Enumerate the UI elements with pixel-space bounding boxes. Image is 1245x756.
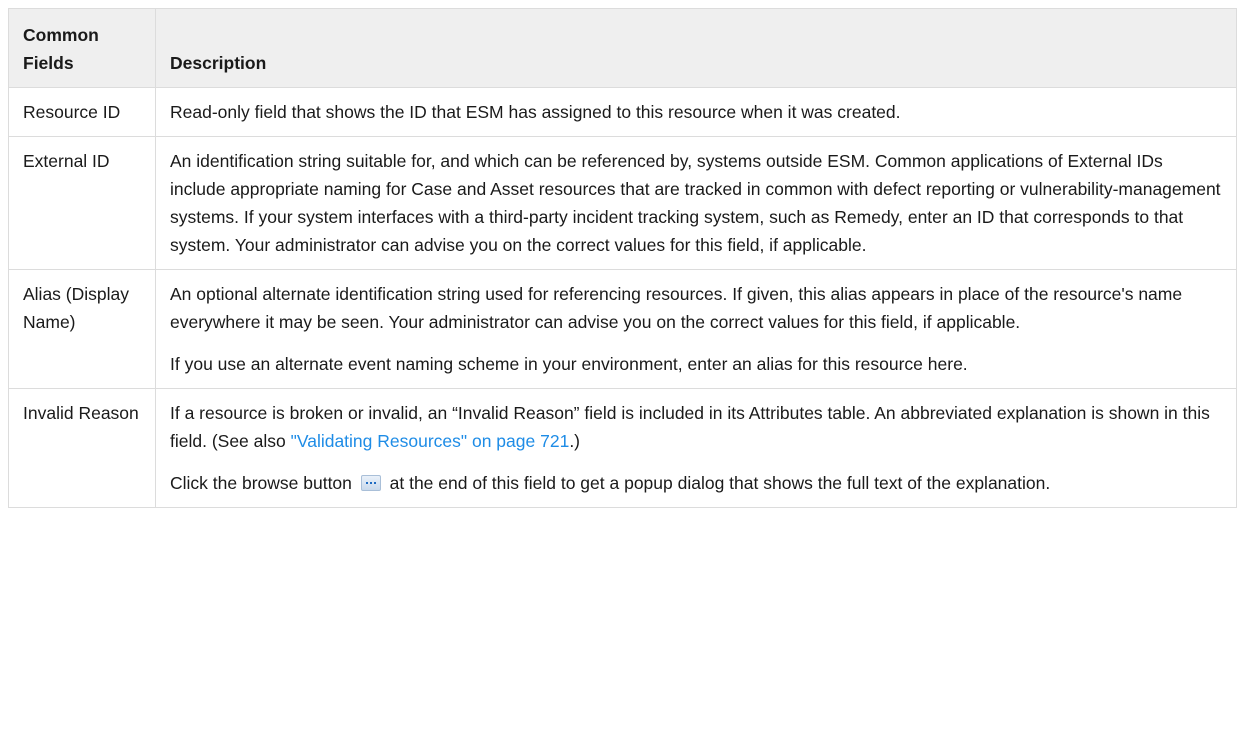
field-description: Read-only field that shows the ID that E…	[155, 87, 1237, 137]
ellipsis-browse-icon	[360, 474, 381, 491]
field-name: Resource ID	[8, 87, 156, 137]
field-name: External ID	[8, 136, 156, 270]
description-paragraph: If a resource is broken or invalid, an “…	[170, 399, 1222, 455]
description-text: .)	[569, 431, 581, 451]
field-description: An identification string suitable for, a…	[155, 136, 1237, 270]
description-paragraph: An identification string suitable for, a…	[170, 151, 1221, 255]
description-paragraph: Click the browse button at the end of th…	[170, 469, 1222, 497]
description-text: Click the browse button	[170, 473, 357, 493]
field-name: Alias (Display Name)	[8, 269, 156, 389]
table-row: External ID An identification string sui…	[8, 136, 1237, 270]
table-row: Resource ID Read-only field that shows t…	[8, 87, 1237, 137]
header-description: Description	[155, 8, 1237, 88]
table-row: Invalid Reason If a resource is broken o…	[8, 388, 1237, 508]
description-paragraph: An optional alternate identification str…	[170, 284, 1183, 332]
table-row: Alias (Display Name) An optional alterna…	[8, 269, 1237, 389]
header-common-fields: Common Fields	[8, 8, 156, 88]
common-fields-table: Common Fields Description Resource ID Re…	[8, 8, 1237, 508]
table-header-row: Common Fields Description	[8, 8, 1237, 88]
description-paragraph: If you use an alternate event naming sch…	[170, 354, 968, 374]
description-text: at the end of this field to get a popup …	[384, 473, 1051, 493]
field-description: If a resource is broken or invalid, an “…	[155, 388, 1237, 508]
field-description: An optional alternate identification str…	[155, 269, 1237, 389]
validating-resources-link[interactable]: "Validating Resources" on page 721	[291, 431, 570, 451]
description-paragraph: Read-only field that shows the ID that E…	[170, 102, 901, 122]
field-name: Invalid Reason	[8, 388, 156, 508]
